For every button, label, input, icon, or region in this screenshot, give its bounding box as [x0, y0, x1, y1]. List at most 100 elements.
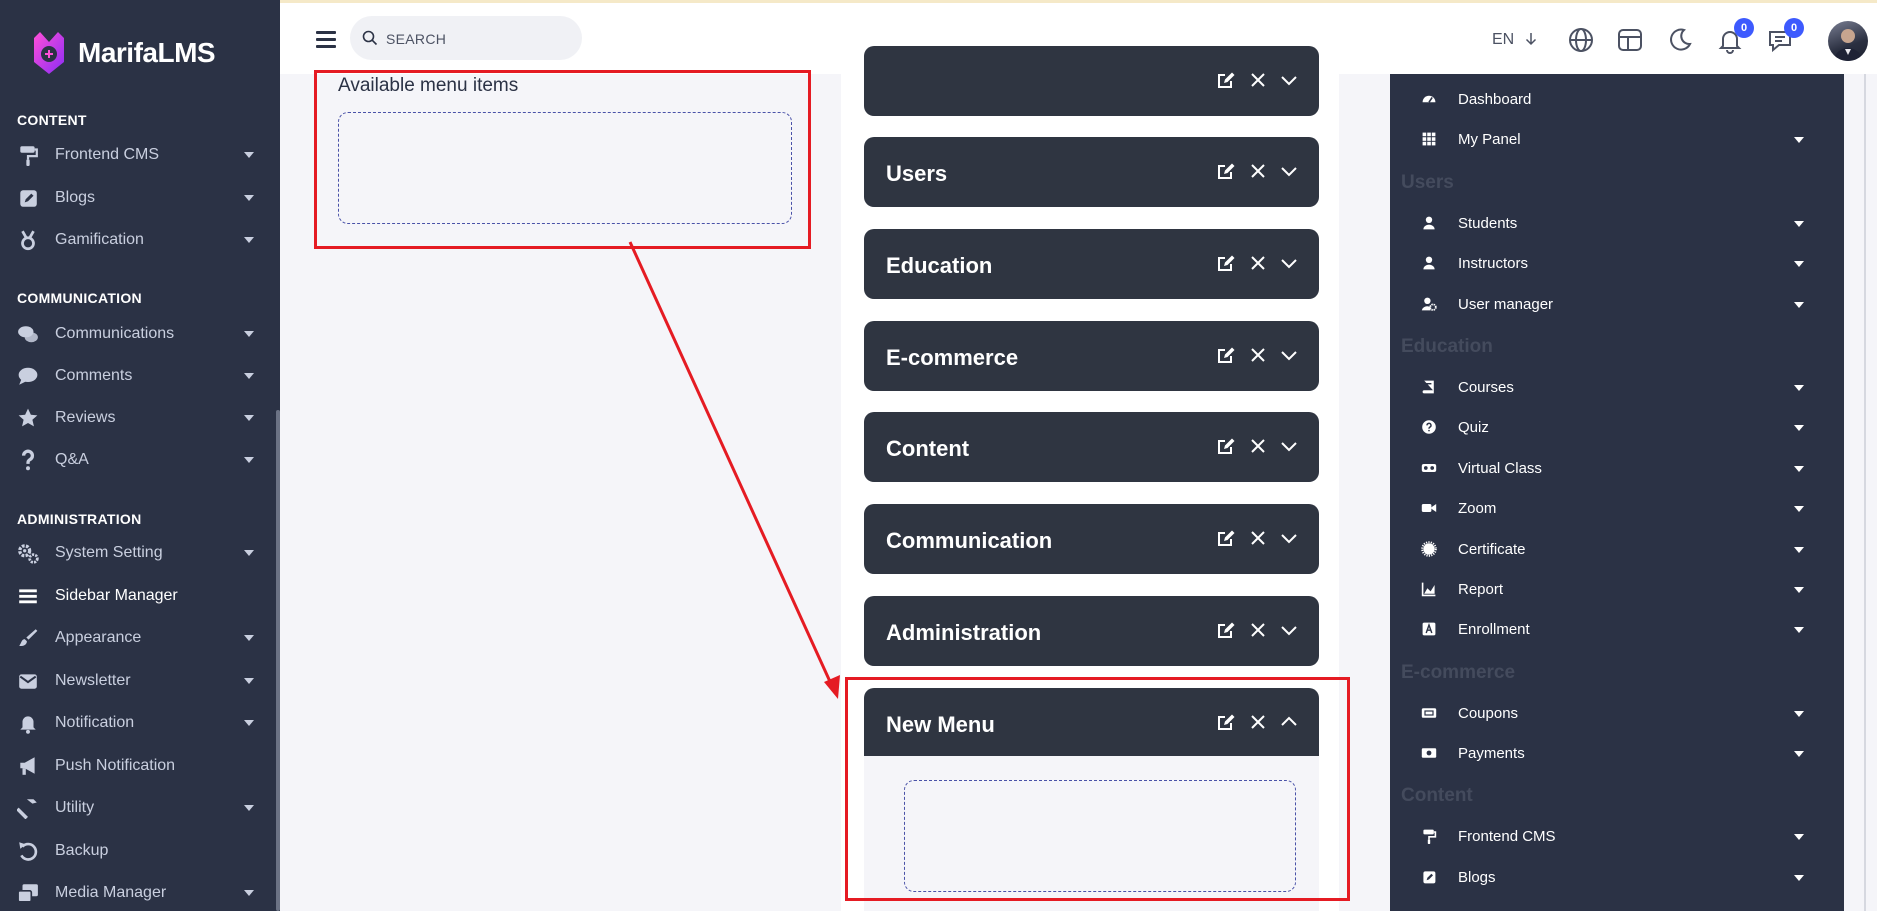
caret-down-icon — [1794, 506, 1804, 512]
sidebar-item-notification[interactable]: Notification — [0, 705, 270, 741]
globe-icon[interactable] — [1567, 26, 1595, 54]
preview-item-students[interactable]: Students — [1390, 207, 1830, 239]
notifications-button[interactable]: 0 — [1716, 18, 1754, 54]
star-icon — [16, 406, 40, 430]
menu-group-card[interactable]: Users — [864, 137, 1319, 207]
paint-roller-icon — [16, 143, 40, 167]
sidebar-item-sidebar-manager[interactable]: Sidebar Manager — [0, 578, 270, 614]
grid-icon — [1420, 130, 1438, 148]
menu-group-card[interactable]: Content — [864, 412, 1319, 482]
close-icon[interactable] — [1248, 161, 1268, 181]
sidebar-item-frontend-cms[interactable]: Frontend CMS — [0, 137, 270, 173]
preview-item-zoom[interactable]: Zoom — [1390, 492, 1830, 524]
caret-down-icon — [244, 373, 254, 379]
edit-icon[interactable] — [1216, 161, 1236, 181]
preview-item-enrollment[interactable]: Enrollment — [1390, 613, 1830, 645]
close-icon[interactable] — [1248, 436, 1268, 456]
close-icon[interactable] — [1248, 253, 1268, 273]
user-avatar[interactable] — [1828, 21, 1868, 61]
preview-item-certificate[interactable]: Certificate — [1390, 533, 1830, 565]
caret-down-icon — [1794, 425, 1804, 431]
sidebar-item-blogs[interactable]: Blogs — [0, 180, 270, 216]
sidebar-item-utility[interactable]: Utility — [0, 790, 270, 826]
sidebar-section-communication: COMMUNICATION — [17, 290, 142, 306]
preview-item-frontend-cms[interactable]: Frontend CMS — [1390, 820, 1830, 852]
edit-icon[interactable] — [1216, 70, 1236, 90]
menu-toggle-icon[interactable] — [316, 31, 336, 48]
preview-item-instructors[interactable]: Instructors — [1390, 247, 1830, 279]
close-icon[interactable] — [1248, 528, 1268, 548]
sidebar-section-content: CONTENT — [17, 112, 87, 128]
close-icon[interactable] — [1248, 70, 1268, 90]
sidebar-item-system-setting[interactable]: System Setting — [0, 535, 270, 571]
medal-icon — [16, 228, 40, 252]
chevron-down-icon[interactable] — [1279, 620, 1299, 640]
edit-icon[interactable] — [1216, 436, 1236, 456]
sidebar-item-push-notification[interactable]: Push Notification — [0, 748, 270, 784]
chevron-down-icon[interactable] — [1279, 161, 1299, 181]
menu-group-card[interactable] — [864, 46, 1319, 116]
paintbrush-icon — [16, 626, 40, 650]
edit-icon[interactable] — [1216, 528, 1236, 548]
preview-item-user-manager[interactable]: User manager — [1390, 288, 1830, 320]
mail-bulk-icon — [16, 669, 40, 693]
caret-down-icon — [1794, 221, 1804, 227]
chevron-down-icon[interactable] — [1279, 70, 1299, 90]
close-icon[interactable] — [1248, 345, 1268, 365]
menu-group-card[interactable]: Education — [864, 229, 1319, 299]
edit-icon[interactable] — [1216, 345, 1236, 365]
preview-item-label: Zoom — [1458, 500, 1497, 517]
preview-item-blogs[interactable]: Blogs — [1390, 861, 1830, 893]
video-camera-icon — [1420, 499, 1438, 517]
caret-down-icon — [1794, 711, 1804, 717]
chevron-down-icon[interactable] — [1279, 345, 1299, 365]
edit-square-icon — [16, 186, 40, 210]
edit-icon[interactable] — [1216, 620, 1236, 640]
search-box[interactable]: SEARCH — [350, 16, 582, 60]
preview-item-payments[interactable]: Payments — [1390, 737, 1830, 769]
language-selector[interactable]: EN — [1492, 31, 1537, 49]
preview-item-label: Coupons — [1458, 705, 1519, 722]
sidebar-item-media-manager[interactable]: Media Manager — [0, 875, 270, 911]
dark-mode-moon-icon[interactable] — [1666, 26, 1694, 54]
preview-item-virtual-class[interactable]: Virtual Class — [1390, 452, 1830, 484]
notifications-badge: 0 — [1734, 18, 1754, 38]
sidebar-item-newsletter[interactable]: Newsletter — [0, 663, 270, 699]
chevron-down-icon[interactable] — [1279, 436, 1299, 456]
sidebar-item-gamification[interactable]: Gamification — [0, 222, 270, 258]
preview-item-quiz[interactable]: Quiz — [1390, 411, 1830, 443]
preview-item-dashboard[interactable]: Dashboard — [1390, 83, 1830, 115]
edit-icon[interactable] — [1216, 253, 1236, 273]
sidebar-item-q-a[interactable]: Q&A — [0, 442, 270, 478]
sidebar-item-appearance[interactable]: Appearance — [0, 620, 270, 656]
photo-video-icon — [16, 881, 40, 905]
sidebar-item-comments[interactable]: Comments — [0, 358, 270, 394]
menu-group-card[interactable]: Communication — [864, 504, 1319, 574]
layout-icon[interactable] — [1616, 26, 1644, 54]
close-icon[interactable] — [1248, 620, 1268, 640]
chevron-down-icon[interactable] — [1279, 528, 1299, 548]
sidebar-item-reviews[interactable]: Reviews — [0, 400, 270, 436]
arrow-down-icon — [1525, 33, 1536, 46]
preview-item-courses[interactable]: Courses — [1390, 371, 1830, 403]
money-bill-icon — [1420, 744, 1438, 762]
sidebar-item-communications[interactable]: Communications — [0, 316, 270, 352]
menu-group-card[interactable]: E-commerce — [864, 321, 1319, 391]
preview-item-report[interactable]: Report — [1390, 573, 1830, 605]
search-input[interactable]: SEARCH — [386, 31, 446, 47]
app-logo[interactable]: MarifaLMS — [26, 28, 216, 78]
sidebar-item-backup[interactable]: Backup — [0, 833, 270, 869]
messages-button[interactable]: 0 — [1766, 18, 1804, 54]
preview-item-label: Dashboard — [1458, 91, 1532, 108]
caret-down-icon — [1794, 385, 1804, 391]
certificate-icon — [1420, 540, 1438, 558]
sidebar-scrollbar[interactable] — [276, 410, 280, 911]
menu-group-card[interactable]: Administration — [864, 596, 1319, 666]
sidebar-item-label: Gamification — [55, 231, 144, 248]
paint-roller-icon — [1420, 827, 1438, 845]
highlight-box-new-menu — [845, 677, 1350, 901]
preview-scrollbar[interactable] — [1864, 74, 1866, 911]
preview-item-coupons[interactable]: Coupons — [1390, 697, 1830, 729]
chevron-down-icon[interactable] — [1279, 253, 1299, 273]
preview-item-my-panel[interactable]: My Panel — [1390, 123, 1830, 155]
